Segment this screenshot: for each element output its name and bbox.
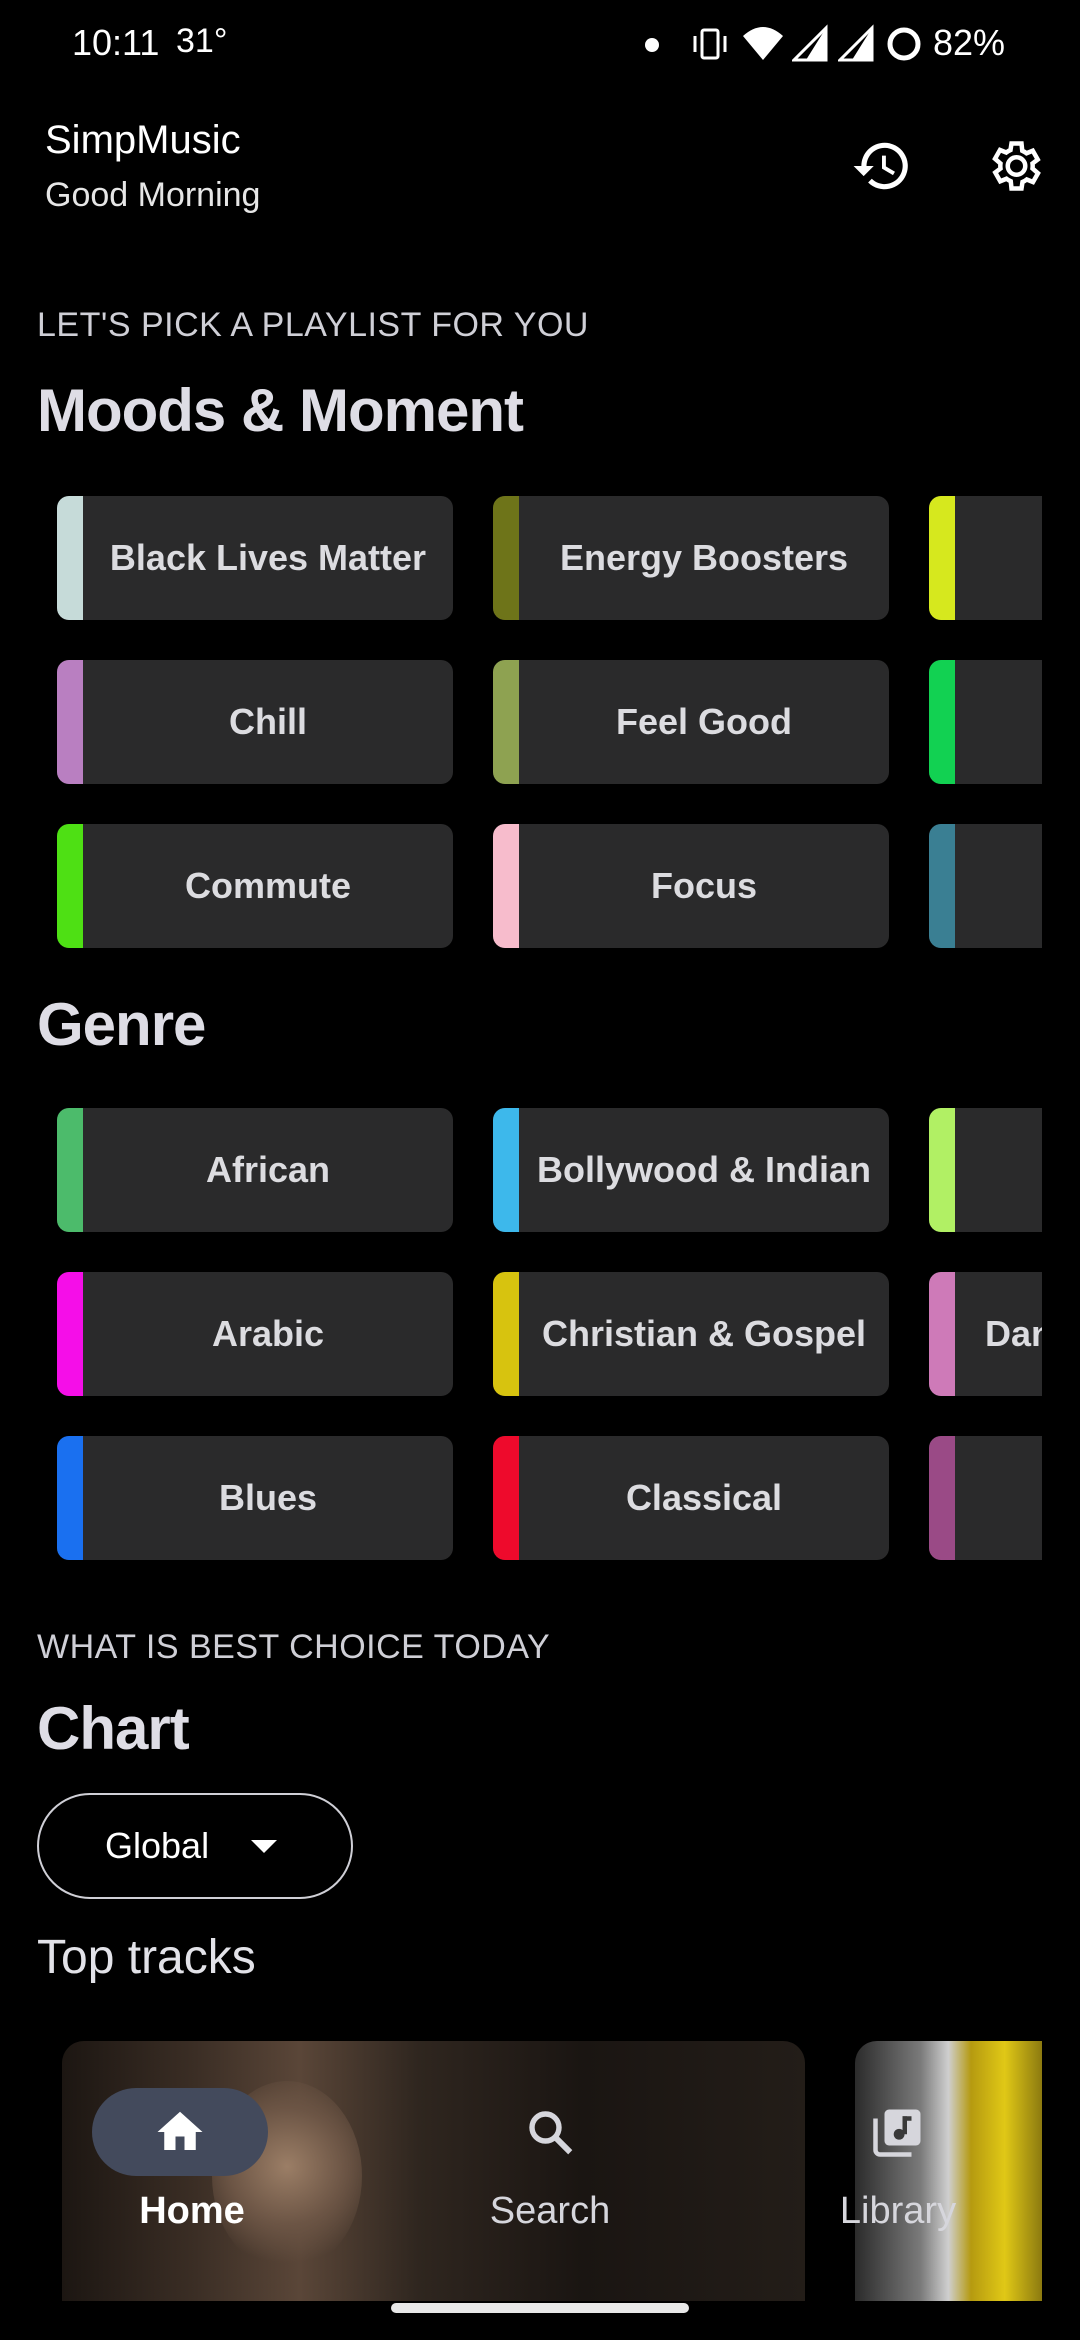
mood-chip-label: Feel Good bbox=[615, 701, 792, 742]
genre-chip[interactable]: African bbox=[57, 1108, 453, 1232]
mood-chip[interactable] bbox=[929, 824, 1042, 948]
mood-color-bar bbox=[929, 660, 955, 784]
nav-search-label: Search bbox=[489, 2190, 611, 2232]
top-tracks-heading: Top tracks bbox=[37, 1931, 256, 1984]
status-bar: 10:11 31° 82% bbox=[0, 0, 1080, 90]
genre-chip[interactable]: Arabic bbox=[57, 1272, 453, 1396]
mood-color-bar bbox=[929, 496, 955, 620]
genre-color-bar bbox=[929, 1108, 955, 1232]
genre-chip[interactable]: Bollywood & Indian bbox=[493, 1108, 889, 1232]
genre-chip[interactable]: Blues bbox=[57, 1436, 453, 1560]
greeting-text: Good Morning bbox=[45, 176, 261, 214]
country-dropdown-value: Global bbox=[105, 1825, 210, 1866]
vibrate-icon bbox=[693, 28, 727, 60]
mood-chip-label: Commute bbox=[184, 865, 351, 906]
genre-chip[interactable] bbox=[929, 1108, 1042, 1232]
nav-library[interactable]: Library bbox=[768, 2050, 1028, 2285]
library-music-icon bbox=[868, 2102, 928, 2162]
genre-chip[interactable] bbox=[929, 1436, 1042, 1560]
mood-color-bar bbox=[493, 824, 519, 948]
chips-scroll-area: Black Lives Matter Chill Commute Energy … bbox=[0, 0, 1042, 2340]
app-title: SimpMusic bbox=[45, 118, 241, 162]
genre-chip[interactable]: Christian & Gospel bbox=[493, 1272, 889, 1396]
genre-color-bar bbox=[57, 1272, 83, 1396]
genre-color-bar bbox=[57, 1436, 83, 1560]
genre-chip-label: Blues bbox=[218, 1477, 318, 1518]
nav-library-label: Library bbox=[839, 2190, 957, 2232]
genre-color-bar bbox=[493, 1108, 519, 1232]
status-time: 10:11 bbox=[72, 22, 160, 63]
mood-color-bar bbox=[57, 824, 83, 948]
mood-color-bar bbox=[929, 824, 955, 948]
wifi-icon bbox=[743, 27, 783, 60]
country-dropdown[interactable]: Global bbox=[37, 1793, 353, 1899]
signal-icon bbox=[838, 24, 874, 62]
signal-icon bbox=[792, 24, 828, 62]
mood-chip[interactable] bbox=[929, 496, 1042, 620]
mood-color-bar bbox=[493, 496, 519, 620]
mood-chip[interactable]: Energy Boosters bbox=[493, 496, 889, 620]
genre-color-bar bbox=[929, 1436, 955, 1560]
mood-chip[interactable]: Chill bbox=[57, 660, 453, 784]
settings-gear-icon bbox=[992, 141, 1041, 191]
nav-home-label: Home bbox=[139, 2190, 245, 2232]
genre-chip[interactable]: Classical bbox=[493, 1436, 889, 1560]
chart-section-title: Chart bbox=[37, 1695, 190, 1762]
mood-chip-label: Black Lives Matter bbox=[109, 537, 427, 578]
genre-section-title: Genre bbox=[37, 991, 206, 1058]
mood-chip[interactable]: Focus bbox=[493, 824, 889, 948]
genre-chip-label: Arabic bbox=[211, 1313, 325, 1354]
mood-chip[interactable]: Black Lives Matter bbox=[57, 496, 453, 620]
dropdown-caret-icon bbox=[251, 1839, 278, 1853]
bottom-navigation: Home Search Library bbox=[0, 2050, 1080, 2285]
genre-color-bar bbox=[493, 1272, 519, 1396]
chart-overline: WHAT IS BEST CHOICE TODAY bbox=[37, 1628, 551, 1666]
nav-home[interactable]: Home bbox=[62, 2050, 322, 2285]
genre-color-bar bbox=[929, 1272, 955, 1396]
mood-chip[interactable]: Feel Good bbox=[493, 660, 889, 784]
genre-chip-label: African bbox=[205, 1149, 331, 1190]
home-icon bbox=[150, 2102, 210, 2162]
battery-ring-icon bbox=[887, 27, 921, 61]
mood-color-bar bbox=[493, 660, 519, 784]
mood-chip[interactable] bbox=[929, 660, 1042, 784]
moods-section-title: Moods & Moment bbox=[37, 377, 524, 444]
genre-chip-label: Classical bbox=[625, 1477, 783, 1518]
genre-color-bar bbox=[57, 1108, 83, 1232]
genre-chip-label: Christian & Gospel bbox=[541, 1313, 867, 1354]
genre-chip-label: Bollywood & Indian bbox=[537, 1149, 871, 1190]
mood-chip-label: Chill bbox=[229, 701, 307, 742]
genre-chip-label: Dan bbox=[985, 1313, 1042, 1354]
status-temperature: 31° bbox=[176, 22, 228, 60]
genre-color-bar bbox=[493, 1436, 519, 1560]
history-button[interactable] bbox=[842, 126, 922, 206]
mood-chip-label: Energy Boosters bbox=[559, 537, 849, 578]
mood-chip-label: Focus bbox=[650, 865, 757, 906]
nav-search[interactable]: Search bbox=[420, 2050, 680, 2285]
settings-button[interactable] bbox=[974, 126, 1054, 206]
battery-percentage: 82% bbox=[933, 22, 1006, 63]
notification-dot-icon bbox=[645, 38, 659, 52]
mood-chip[interactable]: Commute bbox=[57, 824, 453, 948]
mood-color-bar bbox=[57, 496, 83, 620]
gesture-navigation-handle[interactable] bbox=[391, 2303, 689, 2313]
moods-overline: LET'S PICK A PLAYLIST FOR YOU bbox=[37, 306, 589, 344]
genre-chip[interactable]: Dan bbox=[929, 1272, 1042, 1396]
search-icon bbox=[520, 2102, 580, 2162]
history-icon bbox=[853, 142, 908, 190]
mood-color-bar bbox=[57, 660, 83, 784]
